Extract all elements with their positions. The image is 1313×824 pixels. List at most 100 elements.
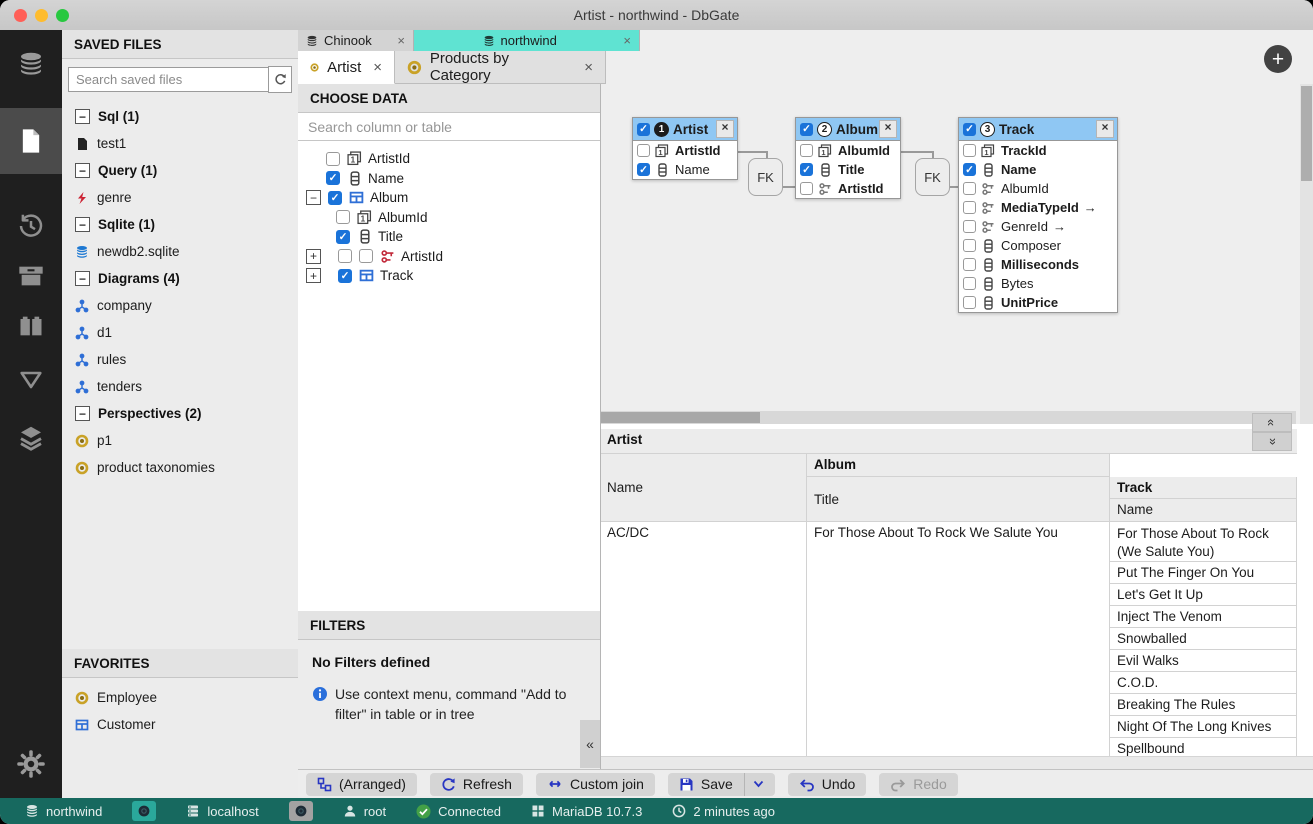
save-button[interactable]: Save [668,773,775,796]
scrollbar-thumb[interactable] [1301,86,1312,181]
expand-icon[interactable] [306,249,321,264]
column-checkbox[interactable] [963,296,976,309]
refresh-button[interactable]: Refresh [430,773,523,796]
table-column-row[interactable]: Name [633,160,737,179]
column-checkbox[interactable] [800,144,813,157]
status-server[interactable]: localhost [186,804,258,819]
zoom-window-button[interactable] [56,9,69,22]
cell-track-name[interactable]: C.O.D. [1110,672,1297,694]
column-checkbox[interactable] [326,171,340,185]
table-column-row[interactable]: 1TrackId [959,141,1117,160]
tree-column-row[interactable]: 1AlbumId [298,208,600,228]
collapse-icon[interactable] [75,109,90,124]
designer-table-artist[interactable]: 1 Artist × 1ArtistId Name [632,117,738,180]
saved-file-item[interactable]: d1 [62,319,298,346]
column-header-album-title[interactable]: Title [807,477,1110,522]
favorite-item[interactable]: Customer [62,711,298,738]
fk-arrow-icon[interactable]: → [1053,219,1066,234]
sidebar-item-settings[interactable] [0,736,62,792]
tab-chinook[interactable]: Chinook × [298,30,414,51]
table-checkbox[interactable] [637,123,650,136]
close-icon[interactable]: × [716,120,734,138]
collapse-panel-button[interactable]: « [580,720,600,768]
saved-file-item[interactable]: p1 [62,427,298,454]
saved-file-item[interactable]: test1 [62,130,298,157]
close-tab-icon[interactable]: × [584,59,593,76]
fk-arrow-icon[interactable]: → [1084,200,1097,215]
arranged-button[interactable]: (Arranged) [306,773,417,796]
close-window-button[interactable] [14,9,27,22]
canvas-vertical-scrollbar[interactable] [1300,84,1313,424]
sidebar-item-macros[interactable] [0,298,62,354]
column-group-header-album[interactable]: Album [807,454,1110,477]
cell-track-name[interactable]: For Those About To Rock (We Salute You) [1110,522,1297,562]
scrollbar-thumb[interactable] [600,412,760,423]
table-checkbox[interactable] [963,123,976,136]
column-checkbox[interactable] [963,182,976,195]
custom-join-button[interactable]: Custom join [536,773,655,796]
collapse-icon[interactable] [306,190,321,205]
collapse-up-button[interactable]: « [1252,413,1292,432]
choose-data-search-input[interactable] [298,119,600,135]
saved-files-group[interactable]: Sql (1) [62,103,298,130]
collapse-icon[interactable] [75,163,90,178]
tab-artist[interactable]: Artist × [298,51,395,84]
collapse-icon[interactable] [75,217,90,232]
redo-button[interactable]: Redo [879,773,957,796]
column-checkbox[interactable] [963,201,976,214]
saved-file-item[interactable]: genre [62,184,298,211]
tree-table-row[interactable]: Album [298,188,600,208]
tree-table-row[interactable]: Track [298,266,600,286]
sidebar-item-plugins[interactable] [0,410,62,466]
table-checkbox[interactable] [800,123,813,136]
saved-file-item[interactable]: newdb2.sqlite [62,238,298,265]
column-checkbox[interactable] [963,144,976,157]
table-column-row[interactable]: ArtistId [796,179,900,198]
close-icon[interactable]: × [1096,120,1114,138]
column-checkbox[interactable] [800,163,813,176]
table-checkbox[interactable] [328,191,342,205]
table-column-row[interactable]: AlbumId [959,179,1117,198]
mariadb-badge[interactable] [132,801,156,821]
table-column-row[interactable]: 1AlbumId [796,141,900,160]
saved-file-item[interactable]: product taxonomies [62,454,298,481]
sidebar-item-history[interactable] [0,198,62,254]
collapse-down-button[interactable]: « [1252,432,1292,451]
tab-northwind[interactable]: northwind × [414,30,640,51]
close-tab-icon[interactable]: × [373,59,382,76]
cell-track-name[interactable]: Evil Walks [1110,650,1297,672]
column-checkbox[interactable] [336,230,350,244]
column-checkbox[interactable] [963,277,976,290]
close-icon[interactable]: × [879,120,897,138]
cell-track-name[interactable]: Night Of The Long Knives [1110,716,1297,738]
tab-products-by-category[interactable]: Products by Category × [395,51,606,84]
column-header-track-name[interactable]: Name [1110,499,1297,522]
canvas-horizontal-scrollbar[interactable] [600,411,1296,424]
table-column-row[interactable]: MediaTypeId→ [959,198,1117,217]
cell-album-title[interactable]: For Those About To Rock We Salute You [807,522,1110,760]
column-checkbox[interactable] [637,144,650,157]
table-checkbox[interactable] [338,269,352,283]
saved-files-group[interactable]: Perspectives (2) [62,400,298,427]
column-checkbox[interactable] [963,258,976,271]
tree-column-row[interactable]: Title [298,227,600,247]
table-column-row[interactable]: Title [796,160,900,179]
table-column-row[interactable]: Composer [959,236,1117,255]
cell-track-name[interactable]: Put The Finger On You [1110,562,1297,584]
undo-button[interactable]: Undo [788,773,866,796]
cell-track-name[interactable]: Let's Get It Up [1110,584,1297,606]
status-user[interactable]: root [343,804,386,819]
tree-column-row[interactable]: 1ArtistId [298,149,600,169]
saved-files-refresh-button[interactable] [268,66,292,93]
cell-track-name[interactable]: Inject The Venom [1110,606,1297,628]
table-column-row[interactable]: 1ArtistId [633,141,737,160]
collapse-icon[interactable] [75,406,90,421]
favorite-item[interactable]: Employee [62,684,298,711]
sidebar-item-filters[interactable] [0,352,62,408]
fk-badge[interactable]: FK [915,158,950,196]
column-checkbox[interactable] [963,220,976,233]
column-checkbox[interactable] [338,249,352,263]
designer-table-track[interactable]: 3 Track × 1TrackId Name AlbumId MediaTyp… [958,117,1118,313]
close-tab-icon[interactable]: × [623,33,631,48]
fk-badge[interactable]: FK [748,158,783,196]
